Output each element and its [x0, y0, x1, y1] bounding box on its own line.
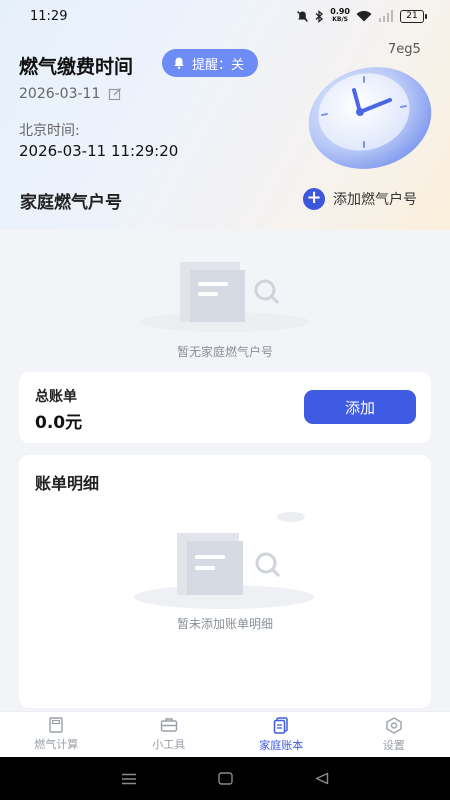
status-icons: 0.90 KB/S 21: [296, 7, 427, 24]
reminder-label: 提醒：关: [192, 57, 245, 73]
calculator-icon: [49, 717, 63, 733]
total-bill-card: 总账单 0.0元 添加: [19, 372, 431, 443]
beijing-time-label: 北京时间:: [19, 123, 80, 139]
payment-date-row[interactable]: 2026-03-11: [19, 86, 122, 102]
ledger-icon: [274, 716, 288, 734]
add-bill-button[interactable]: 添加: [304, 390, 416, 424]
tab-label: 家庭账本: [259, 738, 304, 752]
page-title: 燃气缴费时间: [19, 56, 134, 78]
battery-indicator: 21: [400, 9, 427, 23]
bill-detail-title: 账单明细: [35, 474, 100, 493]
tab-label: 燃气计算: [34, 738, 79, 751]
network-speed: 0.90 KB/S: [330, 7, 350, 24]
edit-icon[interactable]: [108, 87, 122, 101]
payment-date: 2026-03-11: [19, 86, 101, 102]
status-time: 11:29: [30, 8, 68, 24]
clock-illustration: [308, 67, 432, 169]
mute-icon: [297, 10, 309, 22]
system-navigation-bar: [0, 757, 450, 800]
bill-detail-empty-text: 暂未添加账单明细: [176, 617, 273, 631]
reminder-toggle[interactable]: 提醒：关: [162, 49, 259, 77]
bell-icon: [174, 57, 184, 69]
accounts-section-title: 家庭燃气户号: [20, 193, 122, 213]
accounts-empty-text: 暂无家庭燃气户号: [176, 345, 273, 359]
signal-icon: [379, 10, 393, 22]
bluetooth-icon: [315, 9, 324, 23]
bottom-tab-bar: 燃气计算 小工具 家庭账本 设置: [0, 711, 450, 757]
tab-settings[interactable]: 设置: [338, 712, 450, 757]
empty-document-illustration: [134, 512, 314, 609]
beijing-time-value: 2026-03-11 11:29:20: [19, 142, 179, 160]
toolbox-icon: [160, 718, 177, 732]
add-account-label: 添加燃气户号: [333, 192, 417, 208]
total-bill-value: 0.0元: [35, 413, 83, 433]
empty-document-illustration: [140, 262, 310, 332]
add-account-button[interactable]: + 添加燃气户号: [303, 188, 417, 210]
tab-label: 小工具: [152, 738, 186, 751]
tab-gas-calc[interactable]: 燃气计算: [0, 712, 113, 757]
settings-icon: [386, 716, 402, 734]
menu-icon[interactable]: [121, 773, 137, 785]
tab-label: 设置: [382, 738, 405, 752]
home-icon[interactable]: [218, 772, 234, 785]
wifi-icon: [356, 10, 372, 22]
bill-detail-card: 账单明细 暂未添加账单明细: [19, 455, 431, 708]
tab-tools[interactable]: 小工具: [113, 712, 226, 757]
code-label: 7eg5: [388, 42, 421, 57]
plus-icon: +: [303, 188, 325, 210]
total-bill-label: 总账单: [35, 389, 77, 405]
status-bar: 11:29 0.90 KB/S 21: [0, 0, 450, 32]
back-icon[interactable]: [315, 772, 329, 785]
tab-family-ledger[interactable]: 家庭账本: [225, 712, 338, 757]
